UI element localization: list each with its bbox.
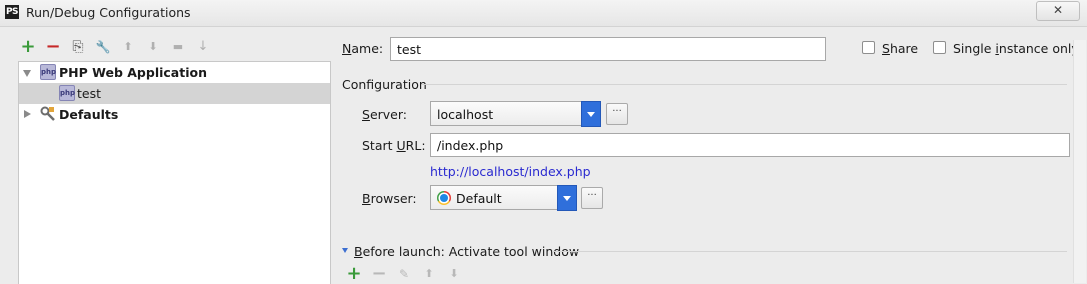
- tree-item-label: test: [77, 86, 102, 101]
- tree-item-label: PHP Web Application: [59, 65, 207, 80]
- single-instance-checkbox[interactable]: [933, 41, 946, 54]
- server-label: Server:: [362, 107, 407, 122]
- share-checkbox[interactable]: [862, 41, 875, 54]
- right-panel-scrollbar[interactable]: [1073, 40, 1086, 283]
- wrench-icon: [40, 106, 55, 121]
- close-window-button[interactable]: ✕: [1036, 1, 1080, 21]
- chevron-down-icon[interactable]: [557, 185, 577, 211]
- browser-label: Browser:: [362, 191, 417, 206]
- window-title: Run/Debug Configurations: [26, 5, 191, 20]
- share-label[interactable]: Share: [882, 41, 918, 56]
- browser-dropdown[interactable]: Default: [430, 185, 577, 211]
- title-bar: PS Run/Debug Configurations ✕: [0, 0, 1087, 27]
- browser-selected-value: Default: [456, 191, 502, 206]
- server-dropdown[interactable]: localhost: [430, 101, 601, 127]
- remove-task-button[interactable]: −: [369, 264, 389, 284]
- tree-item-php-web-application[interactable]: php PHP Web Application: [19, 62, 330, 83]
- single-instance-label[interactable]: Single instance only: [953, 41, 1079, 56]
- collapsed-arrow-icon[interactable]: [24, 110, 31, 118]
- start-url-label: Start URL:: [362, 138, 426, 153]
- tree-item-defaults[interactable]: Defaults: [19, 104, 330, 125]
- php-icon: php: [59, 85, 75, 101]
- name-label: Name:: [342, 41, 384, 56]
- configure-browsers-button[interactable]: ···: [581, 187, 603, 209]
- configure-servers-button[interactable]: ···: [606, 103, 628, 125]
- add-task-button[interactable]: +: [344, 264, 364, 284]
- folder-button[interactable]: ▬: [168, 37, 188, 57]
- server-selected-value: localhost: [437, 107, 494, 122]
- configuration-heading: Configuration: [342, 77, 427, 92]
- start-url-field[interactable]: [430, 133, 1070, 157]
- remove-configuration-button[interactable]: −: [43, 37, 63, 57]
- tree-item-test[interactable]: php test: [19, 83, 330, 104]
- before-launch-heading[interactable]: Before launch: Activate tool window: [354, 244, 579, 259]
- resolved-url-link[interactable]: http://localhost/index.php: [430, 164, 591, 179]
- move-task-up-button[interactable]: ⬆: [419, 264, 439, 284]
- move-down-button[interactable]: ⬇: [143, 37, 163, 57]
- name-field[interactable]: [390, 37, 826, 61]
- chrome-browser-icon: [437, 191, 451, 205]
- before-launch-collapse-icon[interactable]: [342, 248, 348, 253]
- sort-button[interactable]: ↓: [193, 37, 213, 57]
- phpstorm-app-icon: PS: [5, 5, 19, 19]
- edit-defaults-button[interactable]: 🔧: [93, 37, 113, 57]
- php-icon: php: [40, 64, 56, 80]
- move-task-down-button[interactable]: ⬇: [444, 264, 464, 284]
- tree-item-label: Defaults: [59, 107, 119, 122]
- expand-arrow-icon[interactable]: [23, 70, 31, 77]
- edit-task-button[interactable]: ✎: [394, 264, 414, 284]
- configuration-separator: [422, 84, 1067, 85]
- copy-configuration-button[interactable]: ⎘: [68, 37, 88, 57]
- move-up-button[interactable]: ⬆: [118, 37, 138, 57]
- configurations-tree[interactable]: php PHP Web Application php test Default…: [18, 61, 331, 284]
- chevron-down-icon[interactable]: [581, 101, 601, 127]
- add-configuration-button[interactable]: +: [18, 37, 38, 57]
- before-launch-separator: [552, 251, 1067, 252]
